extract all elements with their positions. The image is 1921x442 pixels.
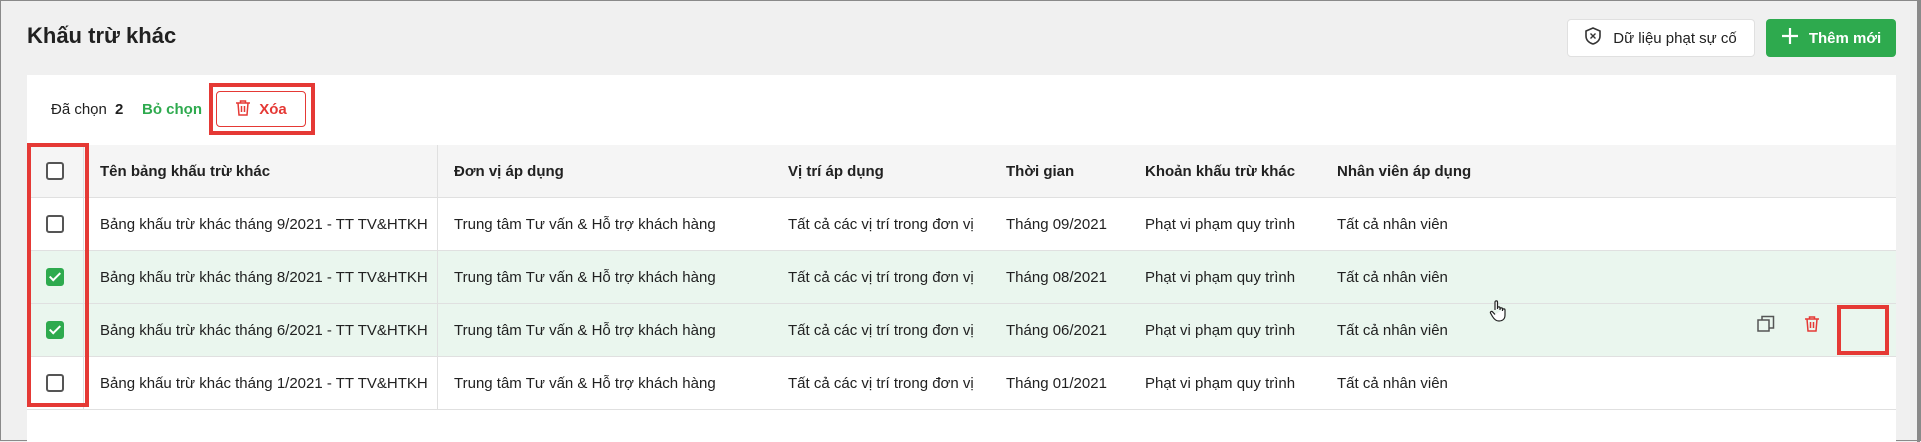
col-position: Vị trí áp dụng	[772, 145, 990, 198]
col-deduction: Khoản khấu trừ khác	[1129, 145, 1321, 198]
selected-count: 2	[115, 101, 124, 118]
trash-icon	[1804, 315, 1820, 337]
copy-icon[interactable]	[1757, 315, 1775, 338]
add-new-label: Thêm mới	[1808, 29, 1882, 47]
select-all-cell	[27, 145, 84, 198]
deduction-table: Tên bảng khấu trừ khác Đơn vị áp dụng Vị…	[27, 145, 1896, 410]
delete-selected-button[interactable]: Xóa	[216, 91, 306, 127]
delete-label: Xóa	[259, 100, 287, 118]
col-time: Thời gian	[990, 145, 1129, 198]
plus-icon	[1781, 27, 1799, 49]
row-unit: Trung tâm Tư vấn & Hỗ trợ khách hàng	[437, 250, 772, 304]
row-name[interactable]: Bảng khấu trừ khác tháng 9/2021 - TT TV&…	[83, 197, 438, 251]
cursor-hand-icon	[1489, 299, 1507, 328]
row-unit: Trung tâm Tư vấn & Hỗ trợ khách hàng	[437, 303, 772, 357]
table-row[interactable]: Bảng khấu trừ khác tháng 8/2021 - TT TV&…	[27, 250, 1896, 304]
selection-toolbar: Đã chọn 2 Bỏ chọn Xóa	[27, 75, 1896, 145]
add-new-button[interactable]: Thêm mới	[1766, 19, 1896, 57]
col-name: Tên bảng khấu trừ khác	[83, 145, 438, 198]
row-position: Tất cả các vị trí trong đơn vị	[772, 250, 990, 304]
incident-penalty-data-button[interactable]: Dữ liệu phạt sự cố	[1567, 19, 1755, 57]
row-time: Tháng 08/2021	[990, 250, 1129, 304]
select-all-checkbox[interactable]	[46, 162, 64, 181]
deselect-link[interactable]: Bỏ chọn	[142, 101, 202, 118]
window-edge	[1917, 1, 1920, 442]
row-deduction: Phạt vi phạm quy trình	[1129, 197, 1321, 251]
table-header-row: Tên bảng khấu trừ khác Đơn vị áp dụng Vị…	[27, 145, 1896, 198]
row-position: Tất cả các vị trí trong đơn vị	[772, 303, 990, 357]
row-time: Tháng 01/2021	[990, 356, 1129, 410]
row-select-cell	[27, 303, 84, 357]
row-position: Tất cả các vị trí trong đơn vị	[772, 356, 990, 410]
shield-icon	[1585, 27, 1602, 49]
row-name[interactable]: Bảng khấu trừ khác tháng 8/2021 - TT TV&…	[83, 250, 438, 304]
row-checkbox[interactable]	[46, 321, 64, 340]
table-row[interactable]: Bảng khấu trừ khác tháng 9/2021 - TT TV&…	[27, 197, 1896, 251]
deduction-table-card: Đã chọn 2 Bỏ chọn Xóa Tên bảng khấu trừ …	[27, 75, 1896, 442]
row-select-cell	[27, 250, 84, 304]
row-employees: Tất cả nhân viên	[1321, 356, 1896, 410]
table-row[interactable]: Bảng khấu trừ khác tháng 6/2021 - TT TV&…	[27, 303, 1896, 357]
row-select-cell	[27, 356, 84, 410]
col-employees: Nhân viên áp dụng	[1321, 145, 1896, 198]
row-position: Tất cả các vị trí trong đơn vị	[772, 197, 990, 251]
row-deduction: Phạt vi phạm quy trình	[1129, 303, 1321, 357]
row-employees: Tất cả nhân viên	[1321, 197, 1896, 251]
page-title: Khấu trừ khác	[27, 23, 177, 48]
row-name[interactable]: Bảng khấu trừ khác tháng 1/2021 - TT TV&…	[83, 356, 438, 410]
row-name[interactable]: Bảng khấu trừ khác tháng 6/2021 - TT TV&…	[83, 303, 438, 357]
incident-penalty-data-label: Dữ liệu phạt sự cố	[1613, 29, 1737, 47]
row-checkbox[interactable]	[46, 215, 64, 234]
row-time: Tháng 06/2021	[990, 303, 1129, 357]
row-deduction: Phạt vi phạm quy trình	[1129, 250, 1321, 304]
row-select-cell	[27, 197, 84, 251]
row-checkbox[interactable]	[46, 268, 64, 287]
row-employees: Tất cả nhân viên	[1321, 250, 1896, 304]
trash-icon	[235, 99, 251, 120]
row-unit: Trung tâm Tư vấn & Hỗ trợ khách hàng	[437, 356, 772, 410]
row-deduction: Phạt vi phạm quy trình	[1129, 356, 1321, 410]
row-time: Tháng 09/2021	[990, 197, 1129, 251]
table-row[interactable]: Bảng khấu trừ khác tháng 1/2021 - TT TV&…	[27, 356, 1896, 410]
row-checkbox[interactable]	[46, 374, 64, 393]
selected-label: Đã chọn	[51, 101, 107, 118]
row-delete-button[interactable]	[1793, 307, 1831, 345]
row-unit: Trung tâm Tư vấn & Hỗ trợ khách hàng	[437, 197, 772, 251]
col-unit: Đơn vị áp dụng	[437, 145, 772, 198]
